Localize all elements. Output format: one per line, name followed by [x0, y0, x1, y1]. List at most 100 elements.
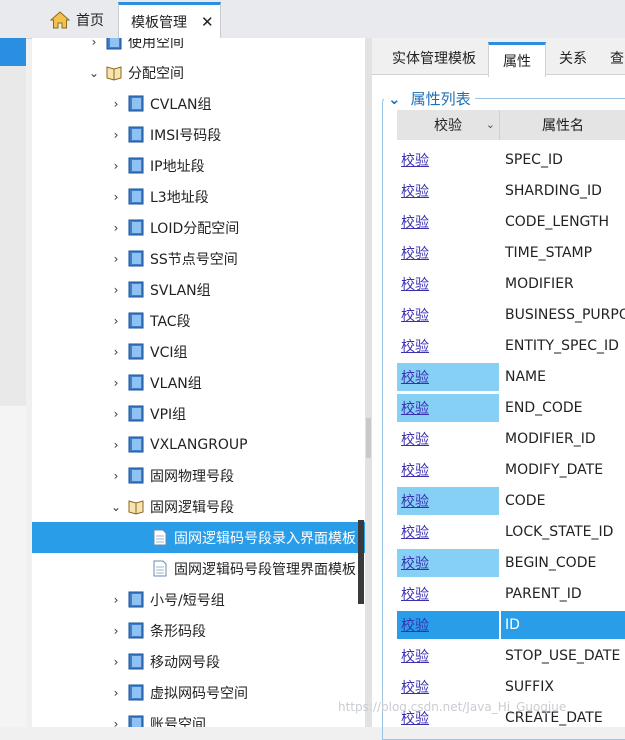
- tree-node[interactable]: › CVLAN组: [108, 88, 212, 119]
- column-header-attribute-name[interactable]: 属性名: [501, 110, 625, 140]
- chevron-right-icon[interactable]: ›: [108, 283, 124, 297]
- chevron-right-icon[interactable]: ›: [108, 593, 124, 607]
- table-row[interactable]: 校验 ID: [397, 611, 625, 642]
- tree-node[interactable]: 固网逻辑码号段录入界面模板: [32, 522, 365, 553]
- check-link[interactable]: 校验: [401, 522, 429, 542]
- chevron-right-icon[interactable]: ›: [108, 407, 124, 421]
- check-link[interactable]: 校验: [401, 615, 429, 635]
- check-cell: 校验: [397, 332, 499, 360]
- check-link[interactable]: 校验: [401, 646, 429, 666]
- chevron-right-icon[interactable]: ›: [108, 345, 124, 359]
- splitter-handle[interactable]: [366, 418, 371, 458]
- folder-icon: [128, 684, 144, 701]
- chevron-right-icon[interactable]: ›: [108, 128, 124, 142]
- tab-attributes[interactable]: 属性: [488, 42, 546, 77]
- chevron-right-icon[interactable]: ›: [108, 686, 124, 700]
- column-header-check[interactable]: 校验 ⌄: [397, 110, 500, 140]
- chevron-right-icon[interactable]: ›: [108, 97, 124, 111]
- tree-node[interactable]: › VLAN组: [108, 367, 202, 398]
- tab-template-management[interactable]: 模板管理 ✕: [118, 2, 221, 38]
- table-row[interactable]: 校验 SHARDING_ID: [397, 177, 625, 208]
- chevron-down-icon[interactable]: ⌄: [86, 66, 102, 80]
- check-link[interactable]: 校验: [401, 243, 429, 263]
- tree-node[interactable]: › 移动网号段: [108, 646, 220, 677]
- check-link[interactable]: 校验: [401, 429, 429, 449]
- chevron-right-icon[interactable]: ›: [86, 38, 102, 49]
- chevron-right-icon[interactable]: ›: [108, 624, 124, 638]
- tree-node[interactable]: › 固网物理号段: [108, 460, 234, 491]
- tree-node[interactable]: › 虚拟网码号空间: [108, 677, 248, 708]
- tree-node[interactable]: › 使用空间: [86, 38, 184, 57]
- tab-relations[interactable]: 关系: [546, 42, 600, 74]
- check-link[interactable]: 校验: [401, 584, 429, 604]
- attribute-name-cell: CODE: [505, 493, 546, 509]
- check-link[interactable]: 校验: [401, 677, 429, 697]
- tab-home[interactable]: 首页: [44, 2, 118, 38]
- splitter[interactable]: [365, 38, 372, 727]
- close-icon[interactable]: ✕: [201, 13, 214, 31]
- tree-node[interactable]: › LOID分配空间: [108, 212, 239, 243]
- tab-query[interactable]: 查: [602, 42, 625, 74]
- table-row[interactable]: 校验 SPEC_ID: [397, 146, 625, 177]
- attribute-list-legend[interactable]: ⌄ 属性列表: [384, 88, 475, 109]
- left-panel-selected-strip[interactable]: [0, 38, 26, 66]
- tree-node[interactable]: 固网逻辑码号段管理界面模板: [148, 553, 356, 584]
- tree-node[interactable]: ⌄ 固网逻辑号段: [108, 491, 234, 522]
- table-row[interactable]: 校验 MODIFIER_ID: [397, 425, 625, 456]
- check-link[interactable]: 校验: [401, 398, 429, 418]
- tree-scrollbar-thumb[interactable]: [358, 520, 364, 604]
- table-row[interactable]: 校验 MODIFY_DATE: [397, 456, 625, 487]
- tree-node[interactable]: › VXLANGROUP: [108, 429, 248, 460]
- check-link[interactable]: 校验: [401, 181, 429, 201]
- tree-node[interactable]: › VCI组: [108, 336, 187, 367]
- check-link[interactable]: 校验: [401, 336, 429, 356]
- chevron-right-icon[interactable]: ›: [108, 717, 124, 728]
- folder-icon: [128, 405, 144, 422]
- chevron-right-icon[interactable]: ›: [108, 655, 124, 669]
- check-link[interactable]: 校验: [401, 305, 429, 325]
- sort-icon[interactable]: ⌄: [486, 118, 495, 131]
- check-link[interactable]: 校验: [401, 150, 429, 170]
- chevron-right-icon[interactable]: ›: [108, 190, 124, 204]
- tree-node[interactable]: › SS节点号空间: [108, 243, 238, 274]
- chevron-right-icon[interactable]: ›: [108, 376, 124, 390]
- tree-node[interactable]: › VPI组: [108, 398, 186, 429]
- chevron-right-icon[interactable]: ›: [108, 159, 124, 173]
- table-row[interactable]: 校验 STOP_USE_DATE: [397, 642, 625, 673]
- tree-node[interactable]: › SVLAN组: [108, 274, 211, 305]
- table-row[interactable]: 校验 END_CODE: [397, 394, 625, 425]
- tree-node[interactable]: › IP地址段: [108, 150, 205, 181]
- tree-node[interactable]: › 条形码段: [108, 615, 206, 646]
- table-row[interactable]: 校验 CODE: [397, 487, 625, 518]
- table-row[interactable]: 校验 NAME: [397, 363, 625, 394]
- check-link[interactable]: 校验: [401, 491, 429, 511]
- chevron-right-icon[interactable]: ›: [108, 221, 124, 235]
- table-row[interactable]: 校验 BUSINESS_PURPOSE: [397, 301, 625, 332]
- tree-node[interactable]: › 小号/短号组: [108, 584, 225, 615]
- check-link[interactable]: 校验: [401, 460, 429, 480]
- check-link[interactable]: 校验: [401, 274, 429, 294]
- tree-node[interactable]: › 账号空间: [108, 708, 206, 727]
- tree-node[interactable]: › L3地址段: [108, 181, 209, 212]
- table-row[interactable]: 校验 LOCK_STATE_ID: [397, 518, 625, 549]
- check-link[interactable]: 校验: [401, 212, 429, 232]
- chevron-right-icon[interactable]: ›: [108, 252, 124, 266]
- chevron-right-icon[interactable]: ›: [108, 469, 124, 483]
- attribute-name-cell: MODIFIER_ID: [505, 431, 596, 447]
- tab-entity-template[interactable]: 实体管理模板: [380, 42, 488, 74]
- chevron-down-icon[interactable]: ⌄: [108, 500, 124, 514]
- table-row[interactable]: 校验 PARENT_ID: [397, 580, 625, 611]
- table-row[interactable]: 校验 MODIFIER: [397, 270, 625, 301]
- table-row[interactable]: 校验 BEGIN_CODE: [397, 549, 625, 580]
- check-link[interactable]: 校验: [401, 553, 429, 573]
- table-row[interactable]: 校验 TIME_STAMP: [397, 239, 625, 270]
- table-row[interactable]: 校验 CODE_LENGTH: [397, 208, 625, 239]
- folder-icon: [106, 38, 122, 50]
- tree-node[interactable]: ⌄ 分配空间: [86, 57, 184, 88]
- tree-node[interactable]: › IMSI号码段: [108, 119, 221, 150]
- chevron-right-icon[interactable]: ›: [108, 438, 124, 452]
- tree-node[interactable]: › TAC段: [108, 305, 191, 336]
- chevron-right-icon[interactable]: ›: [108, 314, 124, 328]
- check-link[interactable]: 校验: [401, 367, 429, 387]
- table-row[interactable]: 校验 ENTITY_SPEC_ID: [397, 332, 625, 363]
